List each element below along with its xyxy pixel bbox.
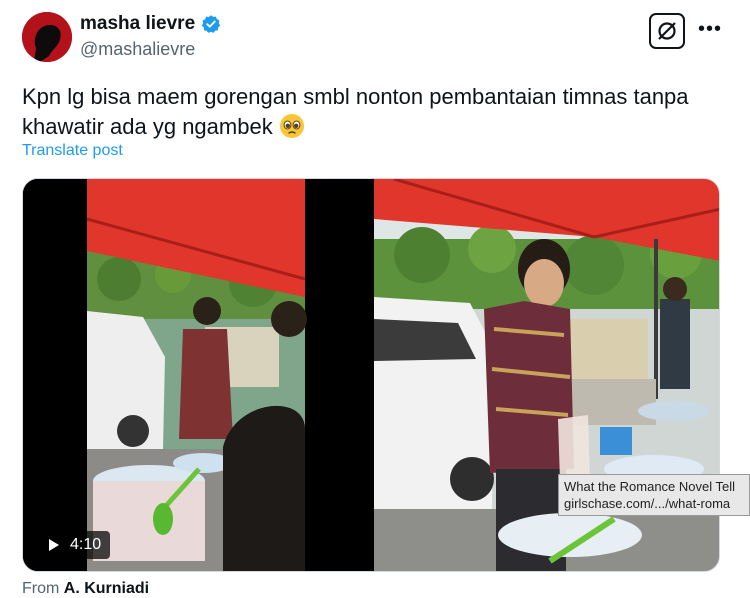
source-attribution: From A. Kurniadi [22,580,149,598]
video-duration-label: 4:10 [70,536,102,553]
tooltip-url: girlschase.com/.../what-roma [564,496,731,511]
video-duration: 4:10 [39,531,111,559]
grok-icon[interactable] [649,13,685,49]
more-options-icon[interactable]: ••• [698,18,722,41]
video-thumbnail[interactable]: 4:10 [23,179,371,571]
verified-badge-icon [201,14,221,34]
avatar[interactable] [22,12,72,62]
post-text-content: Kpn lg bisa maem gorengan smbl nonton pe… [22,84,689,139]
post-text: Kpn lg bisa maem gorengan smbl nonton pe… [22,82,722,142]
source-name[interactable]: A. Kurniadi [64,580,149,597]
pleading-face-emoji [279,113,305,139]
source-prefix: From [22,580,60,597]
translate-post-link[interactable]: Translate post [22,142,123,160]
play-icon[interactable] [48,538,60,552]
link-tooltip: What the Romance Novel Tell girlschase.c… [558,474,750,516]
user-handle[interactable]: @mashalievre [80,39,195,60]
tooltip-title: What the Romance Novel Tell [564,479,736,494]
display-name[interactable]: masha lievre [80,13,195,35]
